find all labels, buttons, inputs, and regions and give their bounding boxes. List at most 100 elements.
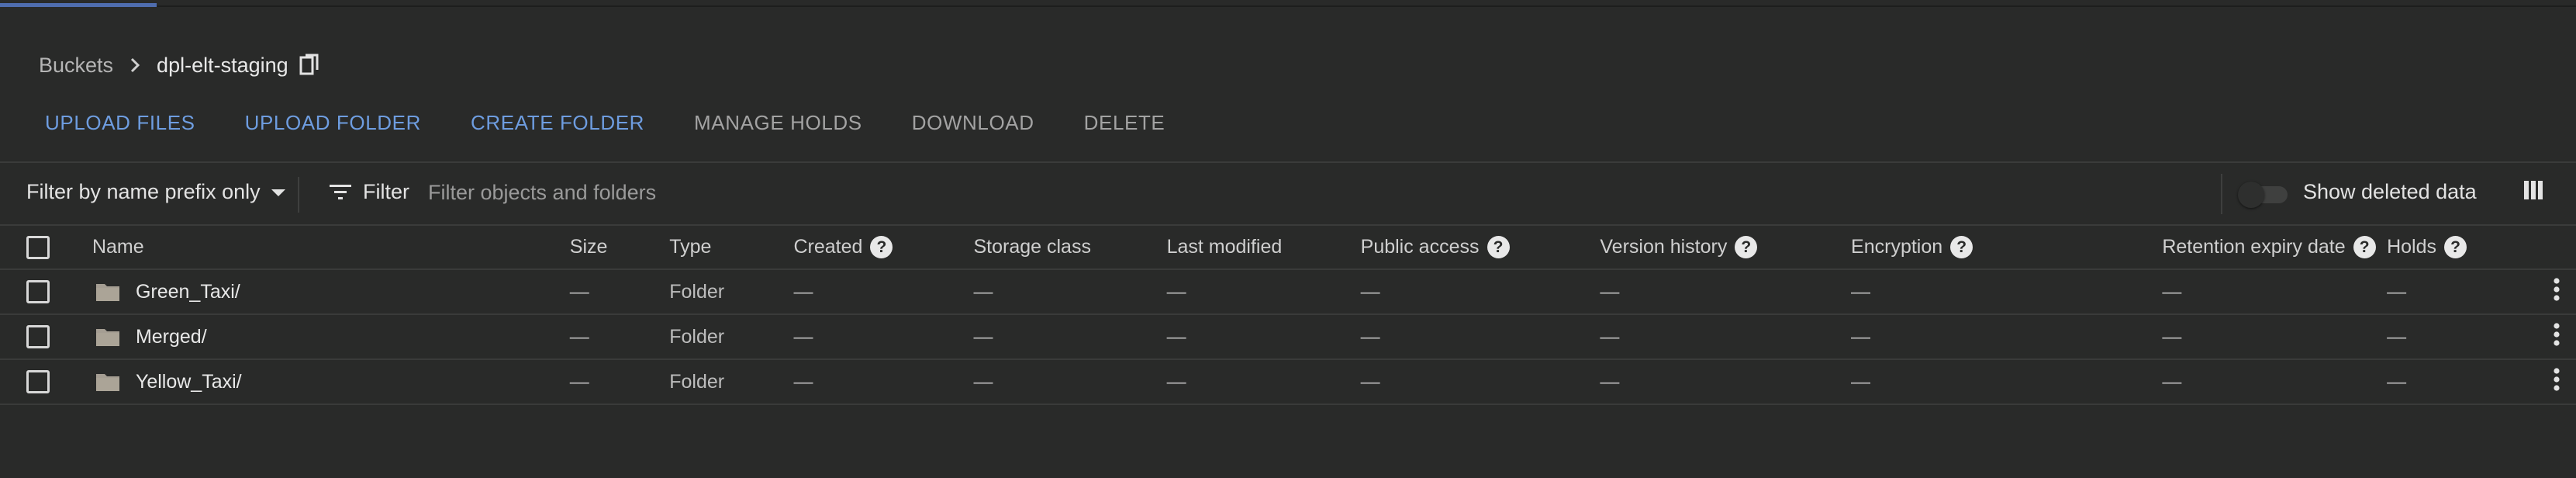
object-actions-toolbar: UPLOAD FILES UPLOAD FOLDER CREATE FOLDER… — [45, 109, 1214, 137]
cell-last-modified: — — [1166, 370, 1186, 393]
delete-button[interactable]: DELETE — [1084, 111, 1165, 135]
column-header-size[interactable]: Size — [570, 226, 669, 269]
cell-holds: — — [2387, 280, 2407, 303]
prefix-filter-label: Filter by name prefix only — [26, 180, 261, 203]
object-name-link[interactable]: Green_Taxi/ — [92, 281, 570, 303]
cell-type: Folder — [669, 280, 725, 303]
cell-last-modified: — — [1166, 325, 1186, 348]
column-label: Encryption — [1851, 235, 1943, 258]
cell-encryption: — — [1851, 370, 1871, 393]
cell-public-access: — — [1360, 325, 1380, 348]
cell-public-access: — — [1360, 370, 1380, 393]
upload-folder-button[interactable]: UPLOAD FOLDER — [245, 111, 421, 135]
column-header-created[interactable]: Created? — [794, 226, 974, 269]
table-row[interactable]: Merged/ — Folder — — — — — — — — — [0, 314, 2576, 359]
objects-table: Name Size Type Created? Storage class La… — [0, 226, 2576, 405]
show-deleted-toggle[interactable] — [2238, 182, 2288, 208]
show-deleted-label: Show deleted data — [2303, 180, 2477, 203]
upload-files-button[interactable]: UPLOAD FILES — [45, 111, 195, 135]
divider — [298, 177, 299, 213]
table-header-row: Name Size Type Created? Storage class La… — [0, 226, 2576, 269]
column-header-storage-class[interactable]: Storage class — [973, 226, 1166, 269]
column-header-type[interactable]: Type — [669, 226, 793, 269]
column-header-holds[interactable]: Holds? — [2387, 226, 2553, 269]
chevron-right-icon — [127, 56, 143, 74]
column-header-public-access[interactable]: Public access? — [1361, 226, 1601, 269]
cell-version-history: — — [1600, 280, 1620, 303]
top-divider — [0, 0, 2576, 7]
column-header-encryption[interactable]: Encryption? — [1851, 226, 2162, 269]
dropdown-caret-icon — [270, 180, 287, 204]
prefix-filter-dropdown[interactable]: Filter by name prefix only — [26, 180, 287, 204]
cell-retention: — — [2162, 370, 2182, 393]
cell-public-access: — — [1360, 280, 1380, 303]
help-icon[interactable]: ? — [2443, 236, 2467, 259]
create-folder-button[interactable]: CREATE FOLDER — [471, 111, 644, 135]
cell-size: — — [569, 280, 589, 303]
row-checkbox[interactable] — [26, 280, 50, 304]
column-header-version-history[interactable]: Version history? — [1600, 226, 1851, 269]
toggle-knob — [2238, 182, 2264, 208]
table-row[interactable]: Yellow_Taxi/ — Folder — — — — — — — — — [0, 359, 2576, 404]
cell-storage-class: — — [973, 370, 993, 393]
column-header-retention[interactable]: Retention expiry date? — [2162, 226, 2387, 269]
cell-created: — — [793, 280, 813, 303]
filter-label: Filter — [363, 180, 409, 203]
column-header-last-modified[interactable]: Last modified — [1167, 226, 1361, 269]
copy-icon[interactable] — [299, 54, 319, 77]
folder-icon — [95, 374, 119, 391]
cell-type: Folder — [669, 325, 725, 348]
filter-input[interactable] — [428, 175, 971, 210]
folder-icon — [95, 284, 119, 301]
object-name: Merged/ — [135, 325, 207, 348]
more-vert-icon[interactable] — [2553, 277, 2560, 307]
object-name: Yellow_Taxi/ — [135, 370, 242, 393]
help-icon[interactable]: ? — [1487, 236, 1510, 259]
folder-icon — [95, 329, 119, 346]
column-header-name[interactable]: Name — [92, 226, 570, 269]
breadcrumb: Buckets dpl-elt-staging — [39, 51, 319, 79]
cell-version-history: — — [1600, 325, 1620, 348]
object-name-link[interactable]: Yellow_Taxi/ — [92, 371, 570, 393]
help-icon[interactable]: ? — [2353, 236, 2376, 259]
table-row[interactable]: Green_Taxi/ — Folder — — — — — — — — — [0, 269, 2576, 314]
row-checkbox[interactable] — [26, 325, 50, 349]
column-label: Retention expiry date — [2162, 235, 2346, 258]
column-label: Public access — [1360, 235, 1480, 258]
cell-version-history: — — [1600, 370, 1620, 393]
cell-encryption: — — [1851, 280, 1871, 303]
select-all-checkbox[interactable] — [26, 235, 50, 259]
cell-storage-class: — — [973, 325, 993, 348]
cell-created: — — [793, 325, 813, 348]
cell-retention: — — [2162, 325, 2182, 348]
help-icon[interactable]: ? — [1950, 236, 1973, 259]
cell-retention: — — [2162, 280, 2182, 303]
cell-encryption: — — [1851, 325, 1871, 348]
object-name-link[interactable]: Merged/ — [92, 326, 570, 348]
more-vert-icon[interactable] — [2553, 322, 2560, 352]
filter-button[interactable]: Filter — [329, 180, 409, 204]
row-checkbox[interactable] — [26, 370, 50, 394]
object-name: Green_Taxi/ — [135, 280, 240, 303]
column-label: Holds — [2387, 235, 2436, 258]
filter-icon — [330, 184, 351, 199]
cell-created: — — [793, 370, 813, 393]
cell-holds: — — [2387, 325, 2407, 348]
columns-icon[interactable] — [2522, 178, 2545, 206]
loading-progress-bar — [0, 3, 157, 7]
filter-bar: Filter by name prefix only Filter Show d… — [0, 163, 2576, 224]
help-icon[interactable]: ? — [1735, 236, 1758, 259]
cell-last-modified: — — [1166, 280, 1186, 303]
download-button[interactable]: DOWNLOAD — [912, 111, 1034, 135]
cell-storage-class: — — [973, 280, 993, 303]
divider — [2221, 174, 2222, 214]
manage-holds-button[interactable]: MANAGE HOLDS — [694, 111, 862, 135]
cell-holds: — — [2387, 370, 2407, 393]
breadcrumb-current-bucket: dpl-elt-staging — [157, 53, 288, 77]
more-vert-icon[interactable] — [2553, 367, 2560, 397]
help-icon[interactable]: ? — [870, 236, 893, 259]
column-label: Created — [793, 235, 863, 258]
cell-size: — — [569, 370, 589, 393]
cell-type: Folder — [669, 370, 725, 393]
breadcrumb-buckets-link[interactable]: Buckets — [39, 54, 113, 78]
